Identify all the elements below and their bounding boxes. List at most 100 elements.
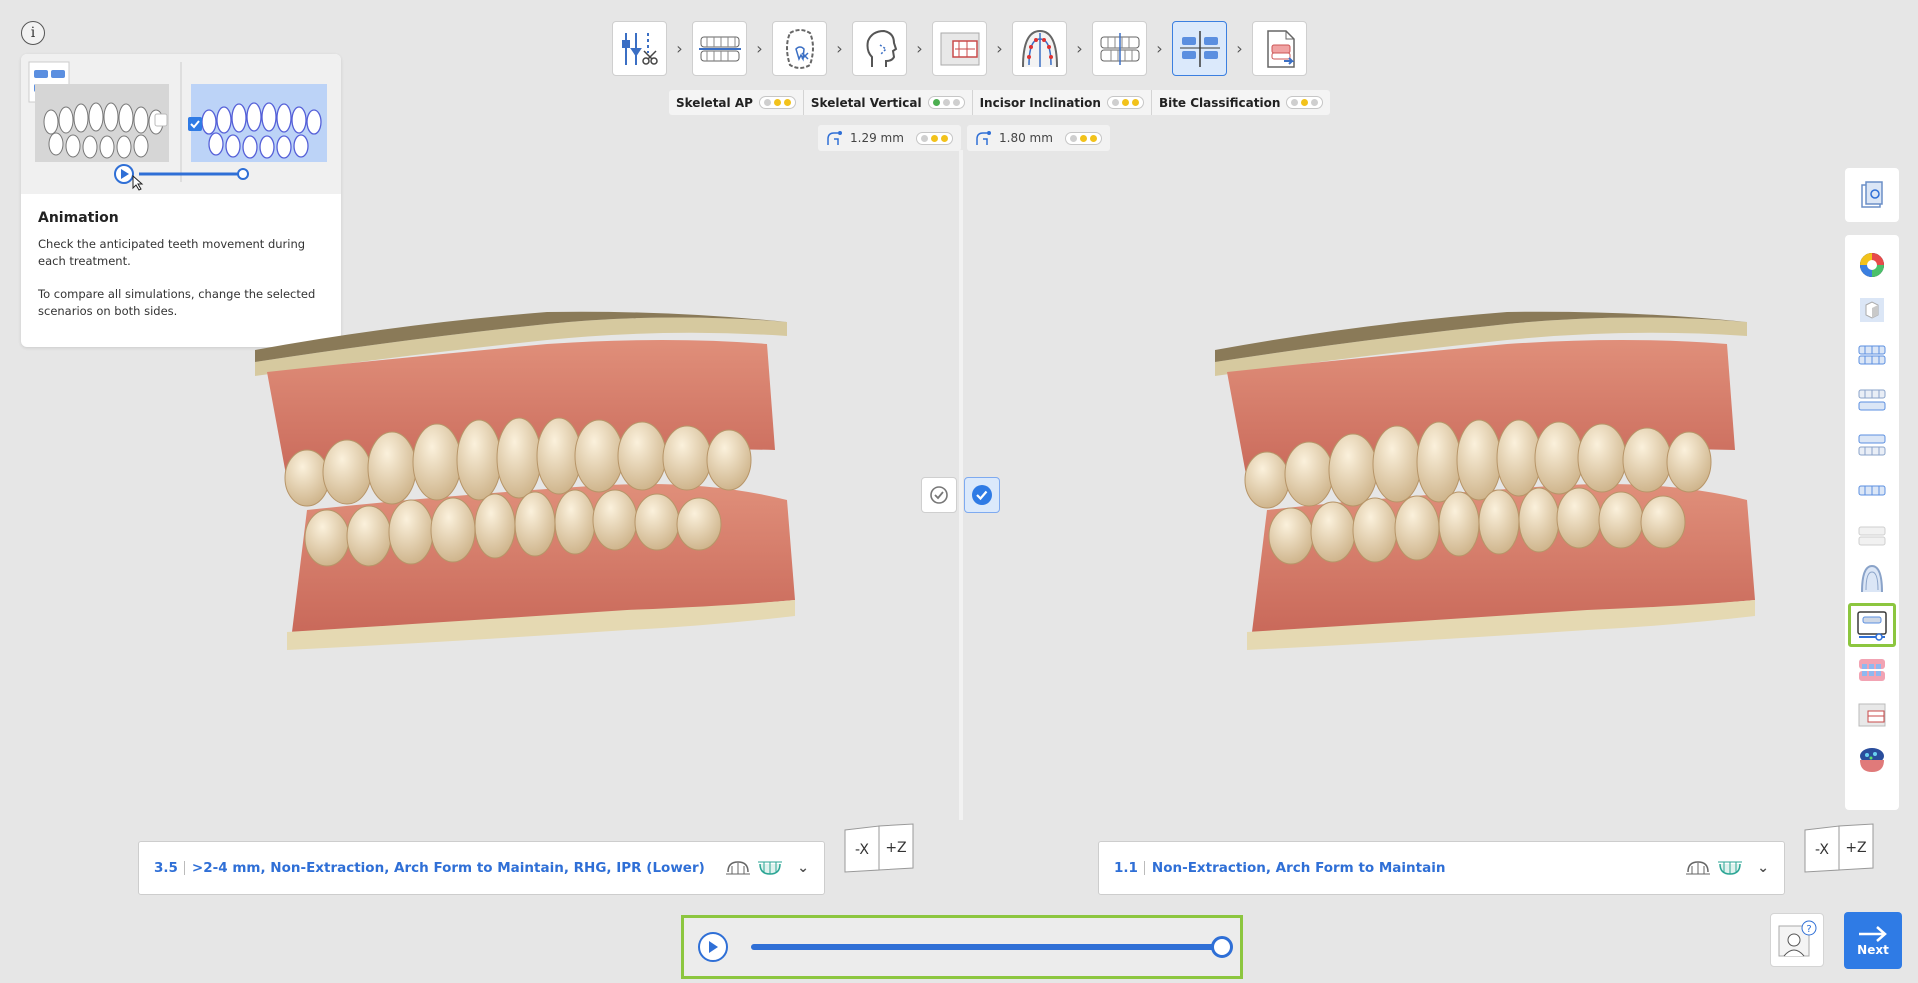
measurement-right[interactable]: 1.80 mm [967, 125, 1110, 151]
measurement-left[interactable]: 1.29 mm [818, 125, 961, 151]
toolbar-animation-button[interactable] [1848, 603, 1896, 647]
scenario-select-left[interactable]: 3.5 >2-4 mm, Non-Extraction, Arch Form t… [138, 841, 825, 895]
chevron-right-icon: › [1156, 39, 1163, 58]
toolbar-bite-view-button[interactable] [1848, 423, 1896, 467]
scenario-select-right[interactable]: 1.1 Non-Extraction, Arch Form to Maintai… [1098, 841, 1785, 895]
overjet-icon [827, 131, 842, 145]
animation-timeline [681, 915, 1243, 979]
axis-face-z[interactable]: +Z [885, 840, 906, 856]
bite-view-icon [1858, 434, 1886, 456]
both-arches-icon [1858, 389, 1886, 411]
gingiva-view-icon [1859, 659, 1885, 681]
toolbar-occlusion-map-button[interactable] [1848, 738, 1896, 782]
tooth-segmentation-icon [785, 28, 814, 69]
analysis-bar: Skeletal AP Skeletal Vertical Incisor In… [669, 90, 1331, 115]
status-dots [758, 96, 796, 109]
step-face-profile[interactable] [852, 21, 907, 76]
step-setup-tools[interactable] [612, 21, 667, 76]
color-wheel-icon [1860, 253, 1884, 277]
toolbar-ceph-overlay-button[interactable] [1848, 693, 1896, 737]
status-dots [927, 96, 965, 109]
card-paragraph-1: Check the anticipated teeth movement dur… [38, 237, 306, 268]
select-left-scenario-toggle[interactable] [921, 477, 957, 513]
toolbar-both-arches-button[interactable] [1848, 378, 1896, 422]
status-dots [915, 131, 953, 145]
timeline-thumb[interactable] [1211, 936, 1233, 958]
axis-face-z[interactable]: +Z [1845, 840, 1866, 856]
upper-appliance-icon [1685, 858, 1711, 878]
status-dots [1064, 131, 1102, 145]
occlusion-icon [1100, 32, 1139, 65]
face-profile-icon [866, 29, 897, 67]
axis-cube-left[interactable]: -X +Z [843, 822, 917, 874]
toolbar-ghost-arch-button[interactable] [1848, 513, 1896, 557]
toolbar-cube-button[interactable] [1848, 288, 1896, 332]
axis-face-x[interactable]: -X [1815, 842, 1829, 858]
timeline-progress [751, 944, 1222, 950]
select-right-scenario-toggle[interactable] [964, 477, 1000, 513]
axis-cube-right[interactable]: -X +Z [1803, 822, 1877, 874]
step-tooth-segmentation[interactable] [772, 21, 827, 76]
step-arch-form[interactable] [1012, 21, 1067, 76]
step-align-arches[interactable] [692, 21, 747, 76]
axis-face-x[interactable]: -X [855, 842, 869, 858]
toolbar-upper-arch-button[interactable] [1848, 333, 1896, 377]
workflow-steps: › › › › › › › › [612, 21, 1307, 76]
animation-preview-image [21, 54, 341, 194]
align-arches-icon [698, 36, 741, 61]
lower-appliance-icon [1717, 858, 1743, 878]
dental-model-right[interactable] [1207, 310, 1767, 670]
lower-arch-icon [1858, 485, 1886, 496]
scenario-number: 1.1 [1114, 860, 1138, 876]
occlusal-view-icon [1861, 564, 1883, 593]
chevron-right-icon: › [916, 39, 923, 58]
scenario-label: >2-4 mm, Non-Extraction, Arch Form to Ma… [191, 860, 705, 876]
ghost-arch-icon [1858, 526, 1886, 546]
play-button[interactable] [698, 932, 728, 962]
setup-tools-icon [621, 32, 658, 65]
chevron-right-icon: › [1236, 39, 1243, 58]
play-icon [709, 941, 718, 953]
chevron-right-icon: › [996, 39, 1003, 58]
analysis-label: Skeletal Vertical [810, 95, 922, 110]
toolbar-lower-arch-button[interactable] [1848, 468, 1896, 512]
analysis-skeletal-ap[interactable]: Skeletal AP [669, 90, 803, 115]
scenario-separator [183, 861, 185, 875]
step-cephalometric[interactable] [932, 21, 987, 76]
chevron-down-icon: ⌄ [797, 860, 809, 876]
screenshot-button[interactable] [1845, 168, 1899, 222]
info-icon[interactable]: i [21, 21, 45, 45]
toolbar-occlusal-view-button[interactable] [1848, 558, 1896, 602]
step-export-report[interactable] [1252, 21, 1307, 76]
chevron-right-icon: › [836, 39, 843, 58]
info-glyph: i [30, 25, 36, 41]
animation-panel-icon [1857, 611, 1887, 641]
right-toolbar [1845, 235, 1899, 810]
user-guide-icon: ? [1778, 920, 1817, 957]
analysis-incisor-inclination[interactable]: Incisor Inclination [971, 90, 1151, 115]
card-title: Animation [38, 210, 119, 226]
screenshot-icon [1861, 181, 1883, 208]
chevron-right-icon: › [756, 39, 763, 58]
dental-model-left[interactable] [247, 310, 807, 670]
cephalometric-icon [940, 32, 979, 65]
scenario-label: Non-Extraction, Arch Form to Maintain [1151, 860, 1446, 876]
next-button[interactable]: Next [1844, 912, 1902, 969]
measurement-value: 1.80 mm [999, 131, 1053, 145]
overjet-icon [976, 131, 991, 145]
toolbar-gingiva-button[interactable] [1848, 648, 1896, 692]
step-compare-simulations[interactable] [1172, 21, 1227, 76]
analysis-bite-classification[interactable]: Bite Classification [1150, 90, 1330, 115]
step-occlusion[interactable] [1092, 21, 1147, 76]
timeline-track[interactable] [751, 936, 1233, 958]
compare-simulations-icon [1179, 30, 1220, 67]
analysis-label: Bite Classification [1158, 95, 1281, 110]
chevron-right-icon: › [1076, 39, 1083, 58]
help-card: Animation Check the anticipated teeth mo… [21, 54, 341, 347]
analysis-skeletal-vertical[interactable]: Skeletal Vertical [802, 90, 972, 115]
toolbar-color-button[interactable] [1848, 243, 1896, 287]
scenario-number: 3.5 [154, 860, 178, 876]
chevron-down-icon: ⌄ [1757, 860, 1769, 876]
guide-button[interactable]: ? [1770, 913, 1824, 967]
view-divider[interactable] [959, 150, 963, 820]
